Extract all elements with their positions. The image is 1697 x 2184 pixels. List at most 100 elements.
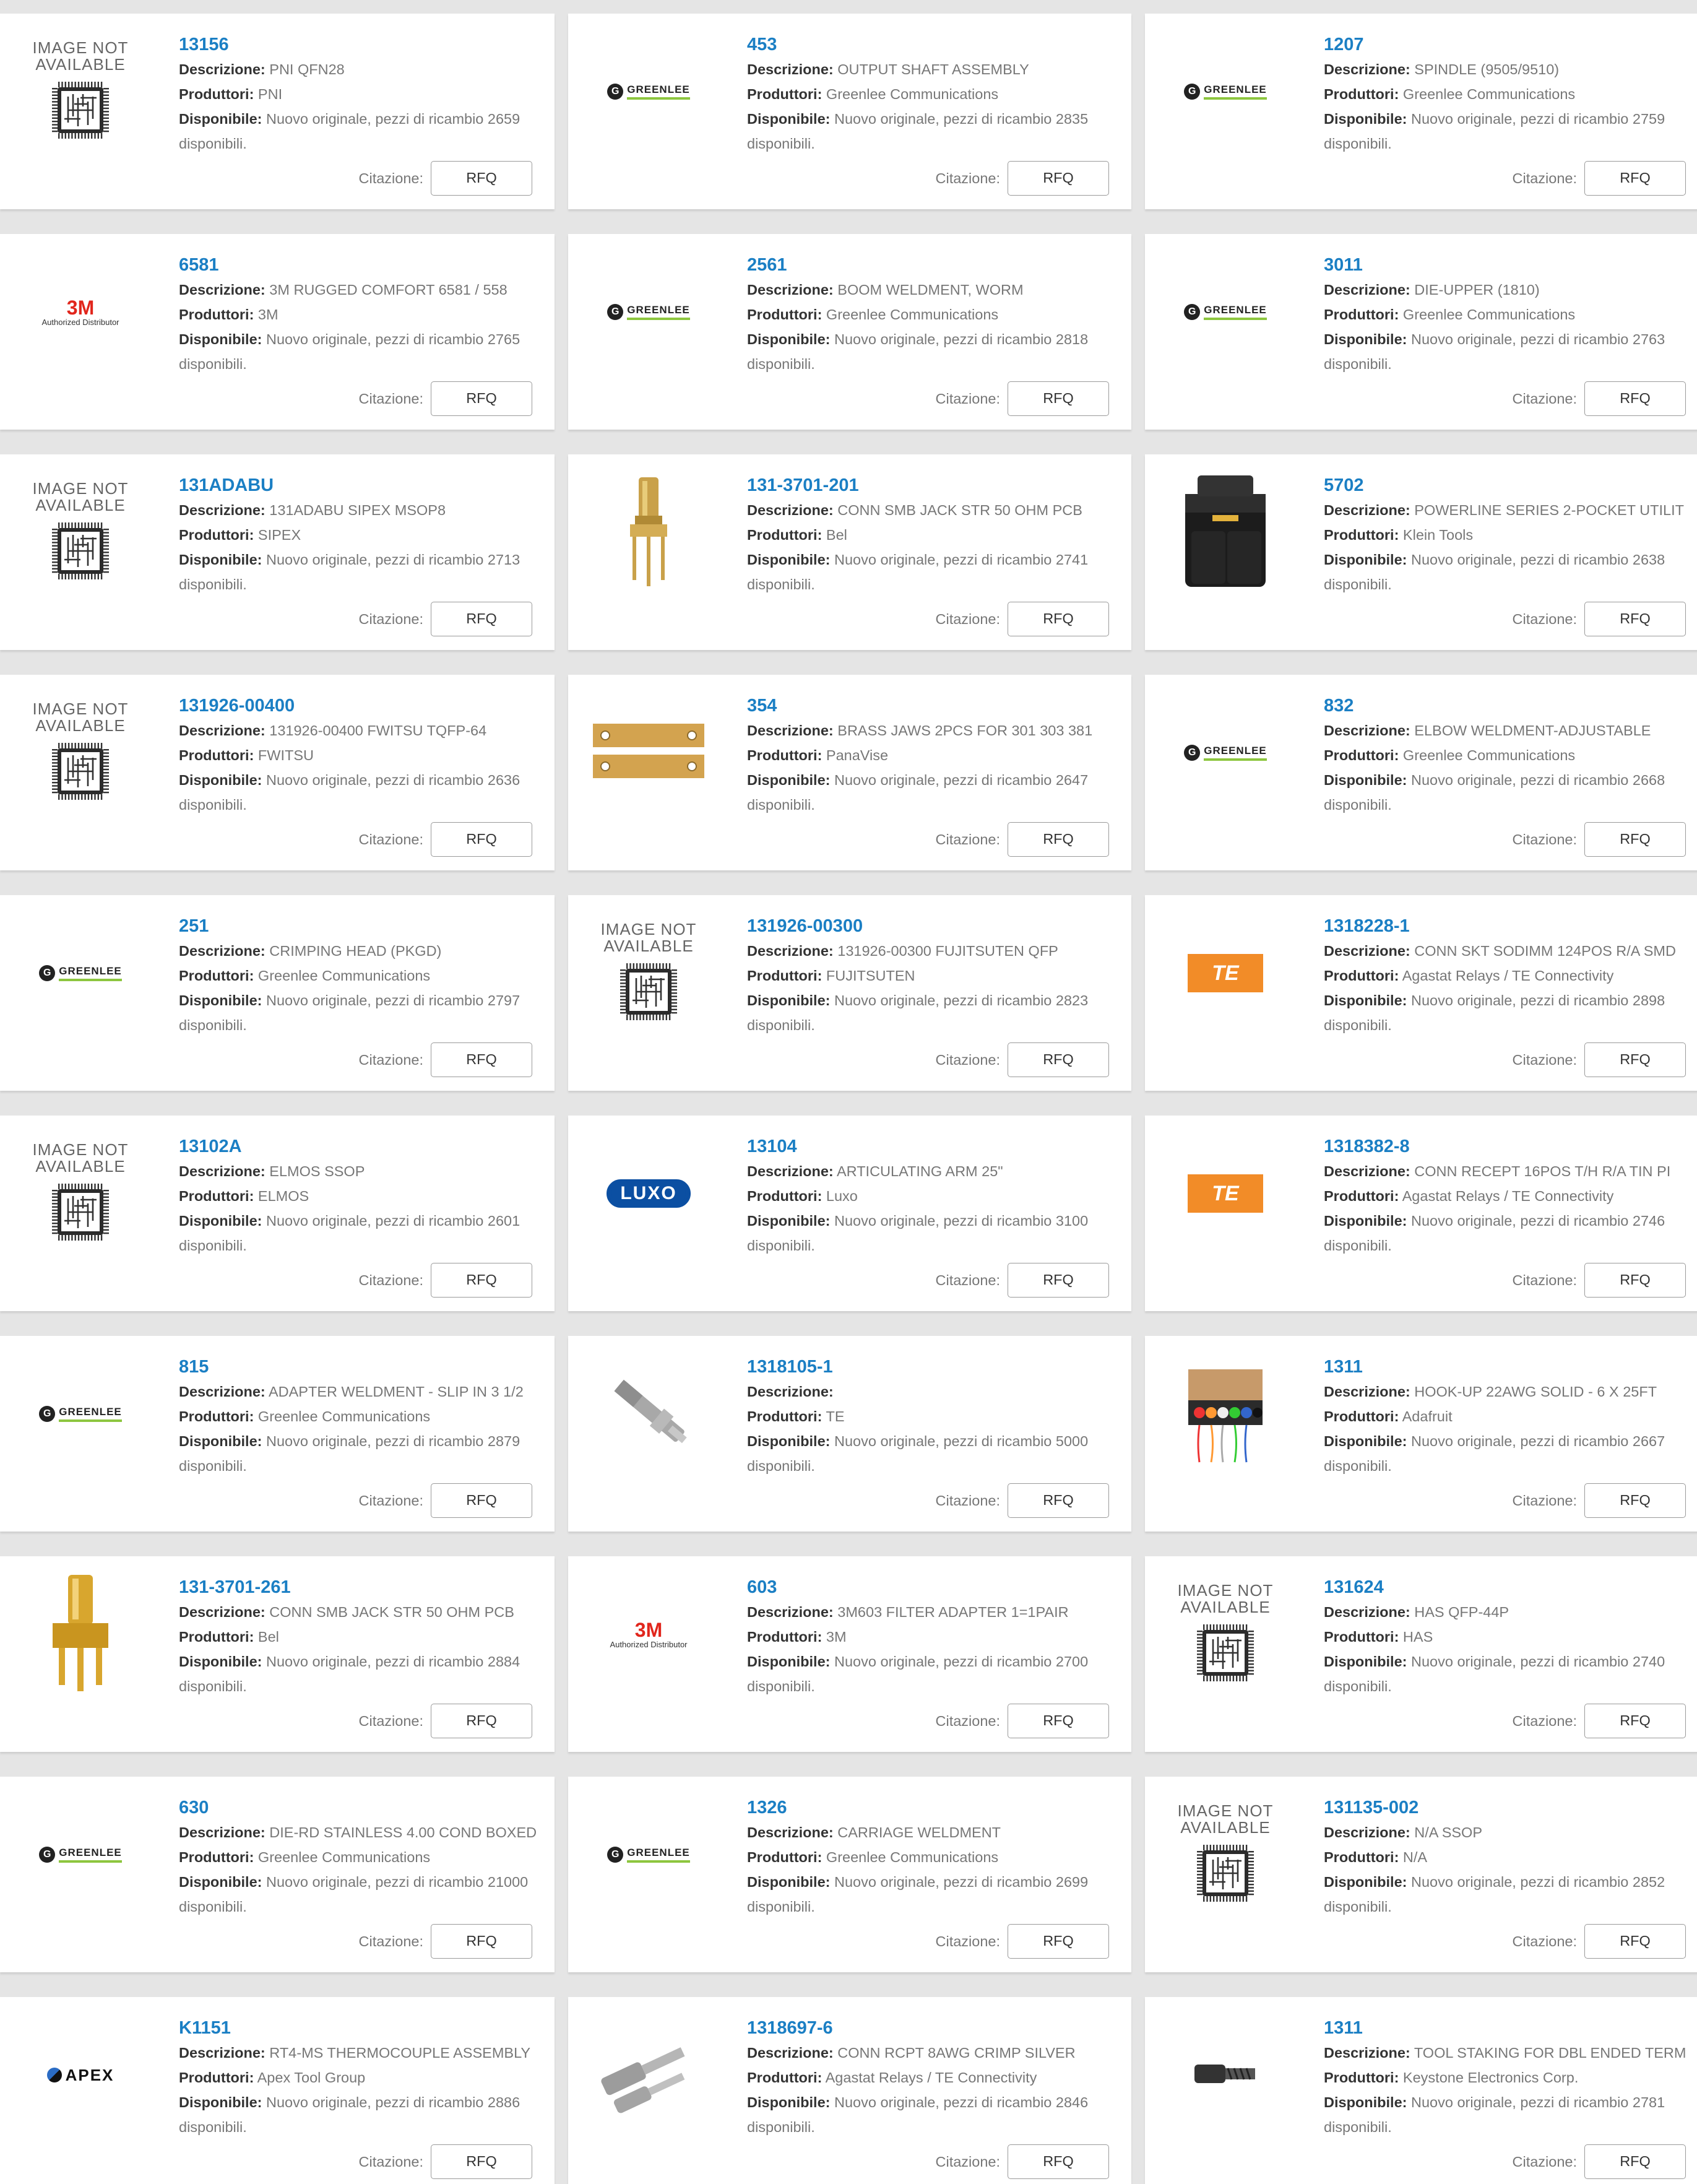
product-description-label: Descrizione: [747, 1824, 834, 1840]
product-thumbnail[interactable] [593, 1352, 704, 1476]
product-thumbnail[interactable]: 3M Authorized Distributor [25, 250, 136, 374]
part-number-link[interactable]: 131926-00400 [179, 693, 546, 718]
product-thumbnail[interactable]: IMAGE NOT AVAILABLE [25, 470, 136, 594]
part-number-link[interactable]: 354 [747, 693, 1123, 718]
product-thumbnail[interactable]: G GREENLEE [593, 1793, 704, 1917]
rfq-button[interactable]: RFQ [1008, 381, 1109, 416]
rfq-button[interactable]: RFQ [431, 822, 532, 857]
rfq-button[interactable]: RFQ [1584, 822, 1686, 857]
product-manufacturer-row: Produttori: Agastat Relays / TE Connecti… [1324, 1184, 1697, 1208]
part-number-link[interactable]: 1318105-1 [747, 1354, 1123, 1379]
rfq-button[interactable]: RFQ [1008, 1042, 1109, 1077]
product-thumbnail[interactable]: G GREENLEE [25, 911, 136, 1035]
part-number-link[interactable]: 815 [179, 1354, 546, 1379]
product-thumbnail[interactable] [593, 470, 704, 594]
rfq-button[interactable]: RFQ [431, 1924, 532, 1959]
product-thumbnail[interactable]: G GREENLEE [1170, 250, 1281, 374]
product-thumbnail[interactable]: IMAGE NOT AVAILABLE [25, 1132, 136, 1255]
part-number-link[interactable]: 832 [1324, 693, 1697, 718]
product-thumbnail[interactable]: G GREENLEE [1170, 30, 1281, 154]
rfq-button[interactable]: RFQ [1584, 161, 1686, 196]
rfq-button[interactable]: RFQ [431, 2144, 532, 2179]
quote-label: Citazione: [935, 1272, 1001, 1288]
product-description-value: ARTICULATING ARM 25" [836, 1163, 1003, 1179]
product-info: 3011 Descrizione: DIE-UPPER (1810) Produtt… [1324, 253, 1697, 376]
quote-label: Citazione: [358, 170, 424, 186]
part-number-link[interactable]: 630 [179, 1795, 546, 1820]
rfq-button[interactable]: RFQ [1008, 161, 1109, 196]
rfq-button[interactable]: RFQ [431, 1483, 532, 1518]
part-number-link[interactable]: 2561 [747, 253, 1123, 277]
product-thumbnail[interactable]: IMAGE NOT AVAILABLE [25, 30, 136, 154]
product-description-label: Descrizione: [179, 943, 266, 959]
part-number-link[interactable]: 1207 [1324, 32, 1697, 57]
product-manufacturer-row: Produttori: SIPEX [179, 522, 546, 547]
part-number-link[interactable]: 131624 [1324, 1575, 1697, 1600]
part-number-link[interactable]: 3011 [1324, 253, 1697, 277]
product-thumbnail[interactable]: G GREENLEE [25, 1352, 136, 1476]
part-number-link[interactable]: 6581 [179, 253, 546, 277]
part-number-link[interactable]: 131926-00300 [747, 914, 1123, 938]
product-thumbnail[interactable]: IMAGE NOT AVAILABLE [1170, 1572, 1281, 1696]
part-number-link[interactable]: 5702 [1324, 473, 1697, 498]
rfq-button[interactable]: RFQ [431, 1704, 532, 1738]
part-number-link[interactable]: 131135-002 [1324, 1795, 1697, 1820]
part-number-link[interactable]: 131ADABU [179, 473, 546, 498]
part-number-link[interactable]: 603 [747, 1575, 1123, 1600]
product-thumbnail[interactable]: G GREENLEE [593, 30, 704, 154]
rfq-button[interactable]: RFQ [1584, 1263, 1686, 1298]
rfq-button[interactable]: RFQ [1584, 381, 1686, 416]
product-thumbnail[interactable] [1170, 470, 1281, 594]
rfq-button[interactable]: RFQ [431, 381, 532, 416]
part-number-link[interactable]: 13156 [179, 32, 546, 57]
rfq-button[interactable]: RFQ [1008, 1263, 1109, 1298]
product-thumbnail[interactable]: 3M Authorized Distributor [593, 1572, 704, 1696]
rfq-button[interactable]: RFQ [431, 1263, 532, 1298]
rfq-button[interactable]: RFQ [1008, 1924, 1109, 1959]
product-thumbnail[interactable]: IMAGE NOT AVAILABLE [25, 691, 136, 815]
part-number-link[interactable]: 1318228-1 [1324, 914, 1697, 938]
product-thumbnail[interactable]: LUXO [593, 1132, 704, 1255]
part-number-link[interactable]: 131-3701-261 [179, 1575, 546, 1600]
part-number-link[interactable]: 13104 [747, 1134, 1123, 1159]
part-number-link[interactable]: 1311 [1324, 2016, 1697, 2040]
rfq-button[interactable]: RFQ [1008, 822, 1109, 857]
part-number-link[interactable]: 1318697-6 [747, 2016, 1123, 2040]
product-manufacturer-label: Produttori: [1324, 1408, 1399, 1424]
rfq-button[interactable]: RFQ [1008, 1483, 1109, 1518]
rfq-button[interactable]: RFQ [1584, 1704, 1686, 1738]
part-number-link[interactable]: 251 [179, 914, 546, 938]
part-number-link[interactable]: 1311 [1324, 1354, 1697, 1379]
product-thumbnail[interactable]: G GREENLEE [593, 250, 704, 374]
part-number-link[interactable]: 13102A [179, 1134, 546, 1159]
product-thumbnail[interactable] [1170, 1352, 1281, 1476]
rfq-button[interactable]: RFQ [1584, 602, 1686, 636]
product-thumbnail[interactable] [1170, 2013, 1281, 2137]
product-thumbnail[interactable] [593, 691, 704, 815]
part-number-link[interactable]: 1326 [747, 1795, 1123, 1820]
rfq-button[interactable]: RFQ [1008, 1704, 1109, 1738]
product-thumbnail[interactable]: IMAGE NOT AVAILABLE [1170, 1793, 1281, 1917]
product-thumbnail[interactable]: APEX [25, 2013, 136, 2137]
product-thumbnail[interactable]: IMAGE NOT AVAILABLE [593, 911, 704, 1035]
rfq-button[interactable]: RFQ [431, 161, 532, 196]
rfq-button[interactable]: RFQ [1584, 1924, 1686, 1959]
rfq-button[interactable]: RFQ [1008, 602, 1109, 636]
product-thumbnail[interactable]: G GREENLEE [1170, 691, 1281, 815]
part-number-link[interactable]: 131-3701-201 [747, 473, 1123, 498]
product-thumbnail[interactable]: TE [1170, 911, 1281, 1035]
rfq-button[interactable]: RFQ [1584, 2144, 1686, 2179]
rfq-button[interactable]: RFQ [1584, 1483, 1686, 1518]
product-thumbnail[interactable] [25, 1572, 136, 1696]
rfq-button[interactable]: RFQ [1584, 1042, 1686, 1077]
rfq-button[interactable]: RFQ [431, 1042, 532, 1077]
rfq-button[interactable]: RFQ [1008, 2144, 1109, 2179]
product-manufacturer-row: Produttori: Greenlee Communications [747, 1845, 1123, 1870]
part-number-link[interactable]: K1151 [179, 2016, 546, 2040]
product-thumbnail[interactable]: G GREENLEE [25, 1793, 136, 1917]
part-number-link[interactable]: 453 [747, 32, 1123, 57]
part-number-link[interactable]: 1318382-8 [1324, 1134, 1697, 1159]
product-thumbnail[interactable]: TE [1170, 1132, 1281, 1255]
product-thumbnail[interactable] [593, 2013, 704, 2137]
rfq-button[interactable]: RFQ [431, 602, 532, 636]
